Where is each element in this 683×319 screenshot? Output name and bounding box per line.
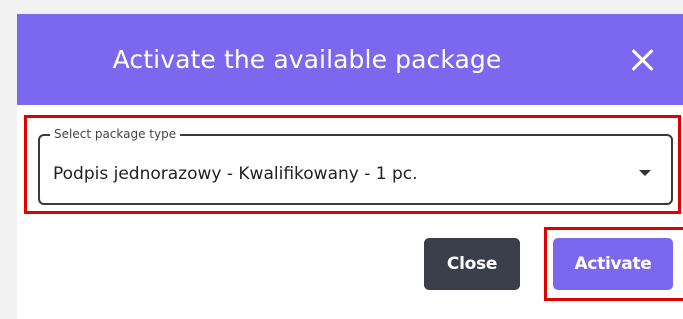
package-type-select[interactable]: Select package type Podpis jednorazowy -…	[38, 127, 673, 205]
background-page	[0, 0, 683, 14]
activate-button[interactable]: Activate	[553, 238, 673, 290]
close-icon[interactable]	[629, 46, 657, 74]
caret-down-icon[interactable]	[639, 170, 651, 176]
dialog-header: Activate the available package	[17, 14, 683, 105]
close-button[interactable]: Close	[424, 238, 520, 290]
package-type-value: Podpis jednorazowy - Kwalifikowany - 1 p…	[53, 164, 418, 184]
dialog-title: Activate the available package	[112, 45, 502, 74]
